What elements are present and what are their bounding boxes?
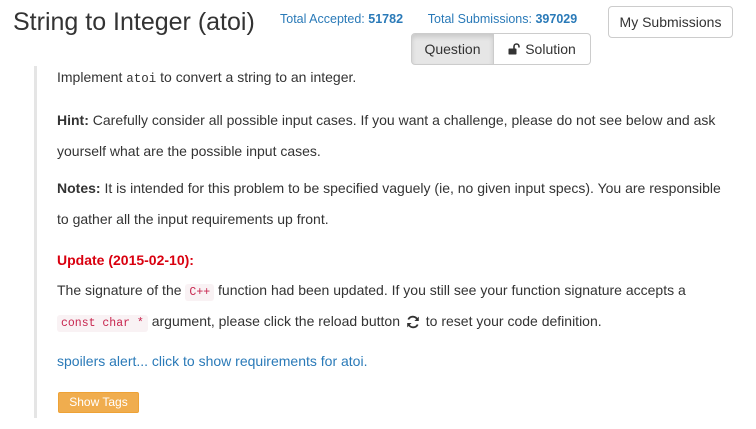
- spoilers-link[interactable]: spoilers alert... click to show requirem…: [57, 351, 367, 371]
- unlock-icon: [508, 43, 521, 55]
- total-accepted-value: 51782: [368, 12, 404, 26]
- my-submissions-button[interactable]: My Submissions: [608, 6, 733, 38]
- show-tags-button[interactable]: Show Tags: [58, 392, 139, 413]
- hint-line-2: yourself what are the possible input cas…: [57, 143, 321, 159]
- hint-label: Hint:: [57, 112, 89, 128]
- hint-line-1: Hint: Carefully consider all possible in…: [57, 112, 716, 128]
- update-heading: Update (2015-02-10):: [57, 252, 194, 268]
- cpp-code: C++: [185, 284, 215, 301]
- intro-paragraph: Implement atoi to convert a string to an…: [57, 69, 357, 86]
- total-accepted-label: Total Accepted:: [280, 12, 365, 26]
- update-line-1: The signature of the C++ function had be…: [57, 282, 686, 301]
- total-submissions-value: 397029: [535, 12, 578, 26]
- total-submissions-label: Total Submissions:: [427, 12, 532, 26]
- notes-label: Notes:: [57, 180, 101, 196]
- notes-line-1: Notes: It is intended for this problem t…: [57, 180, 721, 196]
- const-char-code: const char *: [57, 315, 148, 332]
- notes-line-2: to gather all the input requirements up …: [57, 211, 329, 227]
- tab-question[interactable]: Question: [411, 33, 494, 65]
- tab-solution[interactable]: Solution: [494, 33, 591, 65]
- update-line-2: const char * argument, please click the …: [57, 311, 602, 334]
- atoi-code: atoi: [126, 72, 157, 86]
- reload-icon: [406, 315, 420, 329]
- page-title: String to Integer (atoi): [13, 8, 255, 36]
- tab-question-label: Question: [424, 41, 481, 57]
- tab-solution-label: Solution: [525, 41, 576, 57]
- problem-description: Implement atoi to convert a string to an…: [34, 66, 747, 418]
- problem-stats: Total Accepted: 51782 Total Submissions:…: [280, 12, 577, 26]
- question-solution-tabs: Question Solution: [411, 33, 591, 65]
